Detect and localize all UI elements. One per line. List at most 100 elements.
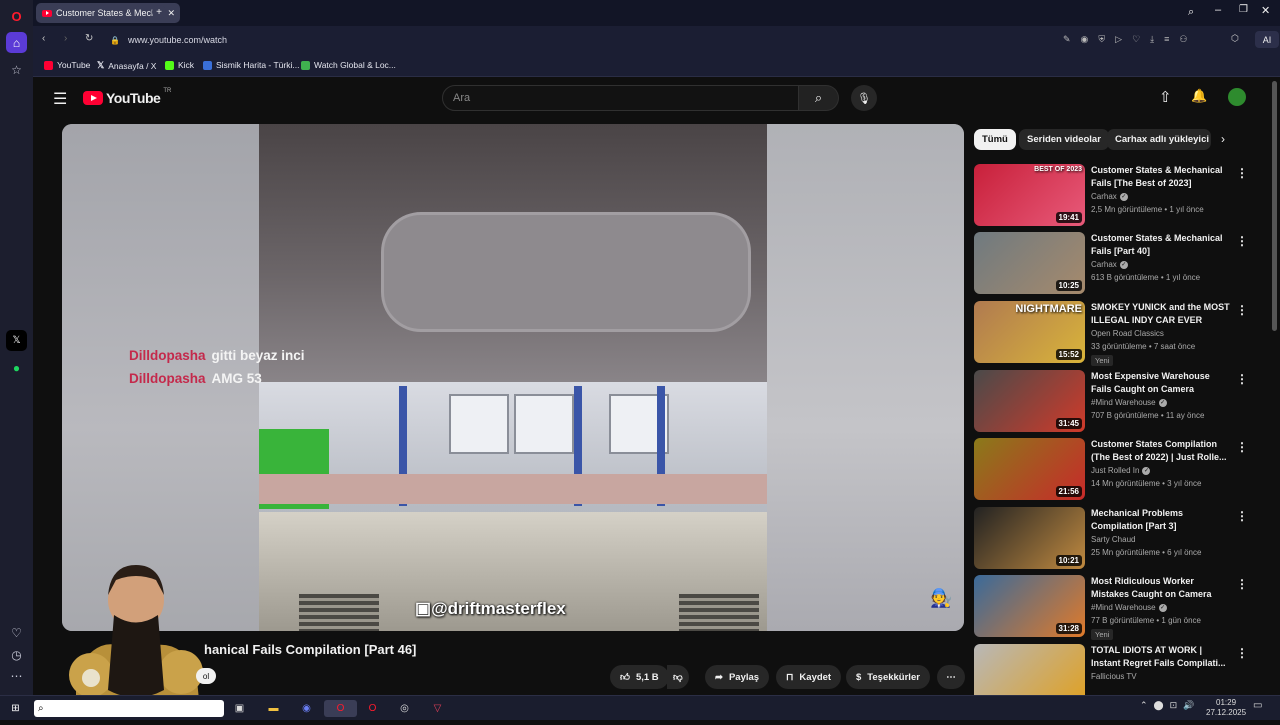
bookmark-kick[interactable]: Kick bbox=[165, 60, 194, 70]
extensions-icon[interactable]: ⬡ bbox=[1231, 33, 1239, 44]
task-view-icon[interactable]: ▣ bbox=[231, 700, 248, 717]
recommendation-item[interactable]: TOTAL IDIOTS AT WORK | Instant Regret Fa… bbox=[974, 644, 1249, 695]
bookmark-x[interactable]: 𝕏 Anasayfa / X bbox=[97, 60, 156, 71]
x-twitter-icon[interactable]: 𝕏 bbox=[6, 330, 27, 351]
kebab-menu-icon[interactable]: ⋮ bbox=[1236, 166, 1248, 180]
reload-button[interactable]: ↻ bbox=[85, 33, 93, 44]
kebab-menu-icon[interactable]: ⋮ bbox=[1236, 646, 1248, 660]
recommendation-title[interactable]: Mechanical Problems Compilation [Part 3] bbox=[1091, 507, 1231, 533]
voice-search-button[interactable]: 🎙 bbox=[851, 85, 877, 111]
notifications-icon[interactable]: ▭ bbox=[1253, 700, 1262, 711]
recommendation-thumbnail[interactable]: 21:56 bbox=[974, 438, 1085, 500]
recommendation-item[interactable]: 10:21 Mechanical Problems Compilation [Pa… bbox=[974, 507, 1249, 571]
recommendation-channel[interactable]: #Mind Warehouse ✓ bbox=[1091, 398, 1167, 407]
recommendation-title[interactable]: Customer States Compilation (The Best of… bbox=[1091, 438, 1231, 464]
like-button[interactable]: 👍︎ 5,1 B bbox=[610, 665, 669, 689]
opera-taskbar-icon[interactable]: O bbox=[364, 700, 381, 717]
recommendation-channel[interactable]: Fallicious TV bbox=[1091, 672, 1137, 681]
recommendation-channel[interactable]: Carhax ✓ bbox=[1091, 192, 1128, 201]
recommendation-title[interactable]: Most Expensive Warehouse Fails Caught on… bbox=[1091, 370, 1231, 396]
recommendation-thumbnail[interactable]: 10:25 bbox=[974, 232, 1085, 294]
opera-logo-icon[interactable]: O bbox=[6, 6, 27, 27]
close-window-button[interactable]: ✕ bbox=[1261, 4, 1270, 17]
windows-start-icon[interactable]: ⊞ bbox=[7, 700, 24, 717]
chevron-right-icon[interactable]: › bbox=[1221, 132, 1225, 146]
recommendation-item[interactable]: 10:25 Customer States & Mechanical Fails … bbox=[974, 232, 1249, 296]
recommendation-channel[interactable]: Sarty Chaud bbox=[1091, 535, 1135, 544]
recommendation-title[interactable]: Most Ridiculous Worker Mistakes Caught o… bbox=[1091, 575, 1231, 601]
menu-icon[interactable]: ☰ bbox=[53, 89, 67, 109]
thanks-button[interactable]: $ Teşekkürler bbox=[846, 665, 930, 689]
recommendation-thumbnail[interactable]: 31:45 bbox=[974, 370, 1085, 432]
recommendation-title[interactable]: SMOKEY YUNICK and the MOST ILLEGAL INDY … bbox=[1091, 301, 1231, 327]
taskbar-search[interactable]: ⌕ bbox=[34, 700, 224, 717]
scrollbar-thumb[interactable] bbox=[1272, 81, 1277, 331]
home-icon[interactable]: ⌂ bbox=[6, 32, 27, 53]
more-actions-button[interactable]: ⋯ bbox=[937, 665, 965, 689]
recommendation-thumbnail[interactable]: BEST OF 2023 19:41 bbox=[974, 164, 1085, 226]
recommendation-thumbnail[interactable]: NIGHTMARE 15:52 bbox=[974, 301, 1085, 363]
recommendation-title[interactable]: Customer States & Mechanical Fails [Part… bbox=[1091, 232, 1231, 258]
back-button[interactable]: ‹ bbox=[42, 33, 45, 44]
close-tab-icon[interactable]: ✕ bbox=[167, 8, 175, 19]
youtube-logo[interactable]: YouTube TR bbox=[83, 88, 171, 106]
recommendation-channel[interactable]: #Mind Warehouse ✓ bbox=[1091, 603, 1167, 612]
discord-icon[interactable]: ◉ bbox=[298, 700, 315, 717]
recommendation-title[interactable]: Customer States & Mechanical Fails [The … bbox=[1091, 164, 1231, 190]
tv-icon bbox=[301, 60, 310, 70]
kebab-menu-icon[interactable]: ⋮ bbox=[1236, 440, 1248, 454]
save-button[interactable]: ⊓ Kaydet bbox=[776, 665, 842, 689]
recommendation-title[interactable]: TOTAL IDIOTS AT WORK | Instant Regret Fa… bbox=[1091, 644, 1231, 670]
more-icon[interactable]: ⋯ bbox=[6, 665, 27, 686]
recommendation-item[interactable]: 31:28 Most Ridiculous Worker Mistakes Cau… bbox=[974, 575, 1249, 640]
share-button[interactable]: ➦ Paylaş bbox=[705, 665, 770, 689]
recommendation-thumbnail[interactable]: 10:21 bbox=[974, 507, 1085, 569]
restore-button[interactable]: ❐ bbox=[1239, 4, 1248, 15]
recommendation-channel[interactable]: Just Rolled In ✓ bbox=[1091, 466, 1151, 475]
recommendation-channel[interactable]: Open Road Classics bbox=[1091, 329, 1164, 338]
app-icon[interactable]: ◎ bbox=[396, 700, 413, 717]
address-bar-tools[interactable]: ✎◉⛨▷♡⤓≡⚇ bbox=[1063, 34, 1197, 45]
kebab-menu-icon[interactable]: ⋮ bbox=[1236, 303, 1248, 317]
bookmark-watch-global[interactable]: Watch Global & Loc... bbox=[301, 60, 396, 70]
clock[interactable]: 01:29 27.12.2025 bbox=[1206, 698, 1246, 718]
search-button[interactable]: ⌕ bbox=[799, 85, 839, 111]
avatar[interactable] bbox=[1228, 88, 1246, 106]
recommendation-item[interactable]: NIGHTMARE 15:52 SMOKEY YUNICK and the MOST… bbox=[974, 301, 1249, 366]
ai-button[interactable]: AI bbox=[1255, 31, 1279, 48]
chip-uploader[interactable]: Carhax adlı yükleyici bbox=[1107, 129, 1211, 150]
recommendation-thumbnail[interactable] bbox=[974, 644, 1085, 695]
opera-gx-taskbar-icon[interactable]: O bbox=[324, 700, 357, 717]
kebab-menu-icon[interactable]: ⋮ bbox=[1236, 509, 1248, 523]
history-icon[interactable]: ◷ bbox=[6, 644, 27, 665]
upload-icon[interactable]: ⇧ bbox=[1159, 88, 1172, 106]
thumbnail-text: BEST OF 2023 bbox=[1034, 166, 1082, 173]
spotify-icon[interactable]: ● bbox=[6, 357, 27, 378]
bookmark-sismik[interactable]: Sismik Harita - Türki... bbox=[203, 60, 299, 70]
kebab-menu-icon[interactable]: ⋮ bbox=[1236, 372, 1248, 386]
system-tray-icons[interactable]: ⌃⬤⊡🔊 bbox=[1140, 700, 1200, 711]
kebab-menu-icon[interactable]: ⋮ bbox=[1236, 577, 1248, 591]
bookmark-youtube[interactable]: YouTube bbox=[44, 60, 90, 70]
search-input[interactable]: Ara bbox=[442, 85, 799, 111]
heart-icon[interactable]: ♡ bbox=[6, 622, 27, 643]
dislike-button[interactable]: 👎︎ bbox=[667, 665, 689, 689]
video-player[interactable]: Dilldopasha gitti beyaz inci Dilldopasha A… bbox=[62, 124, 964, 631]
recommendation-item[interactable]: BEST OF 2023 19:41 Customer States & Mecha… bbox=[974, 164, 1249, 228]
chip-series[interactable]: Seriden videolar bbox=[1019, 129, 1109, 150]
bell-icon[interactable]: 🔔 bbox=[1191, 88, 1207, 104]
file-explorer-icon[interactable]: ▬ bbox=[265, 700, 282, 717]
search-tabs-icon[interactable]: ⌕ bbox=[1188, 6, 1194, 19]
subscribe-fragment[interactable]: ol bbox=[196, 668, 216, 684]
new-tab-button[interactable]: + bbox=[152, 5, 166, 19]
recommendation-item[interactable]: 31:45 Most Expensive Warehouse Fails Caug… bbox=[974, 370, 1249, 434]
minimize-button[interactable]: – bbox=[1215, 4, 1221, 16]
recommendation-channel[interactable]: Carhax ✓ bbox=[1091, 260, 1128, 269]
recommendation-thumbnail[interactable]: 31:28 bbox=[974, 575, 1085, 637]
speed-dial-icon[interactable]: ☆ bbox=[6, 59, 27, 80]
forward-button[interactable]: › bbox=[64, 33, 67, 44]
app-icon-2[interactable]: ▽ bbox=[429, 700, 446, 717]
recommendation-item[interactable]: 21:56 Customer States Compilation (The Be… bbox=[974, 438, 1249, 502]
chip-all[interactable]: Tümü bbox=[974, 129, 1016, 150]
kebab-menu-icon[interactable]: ⋮ bbox=[1236, 234, 1248, 248]
